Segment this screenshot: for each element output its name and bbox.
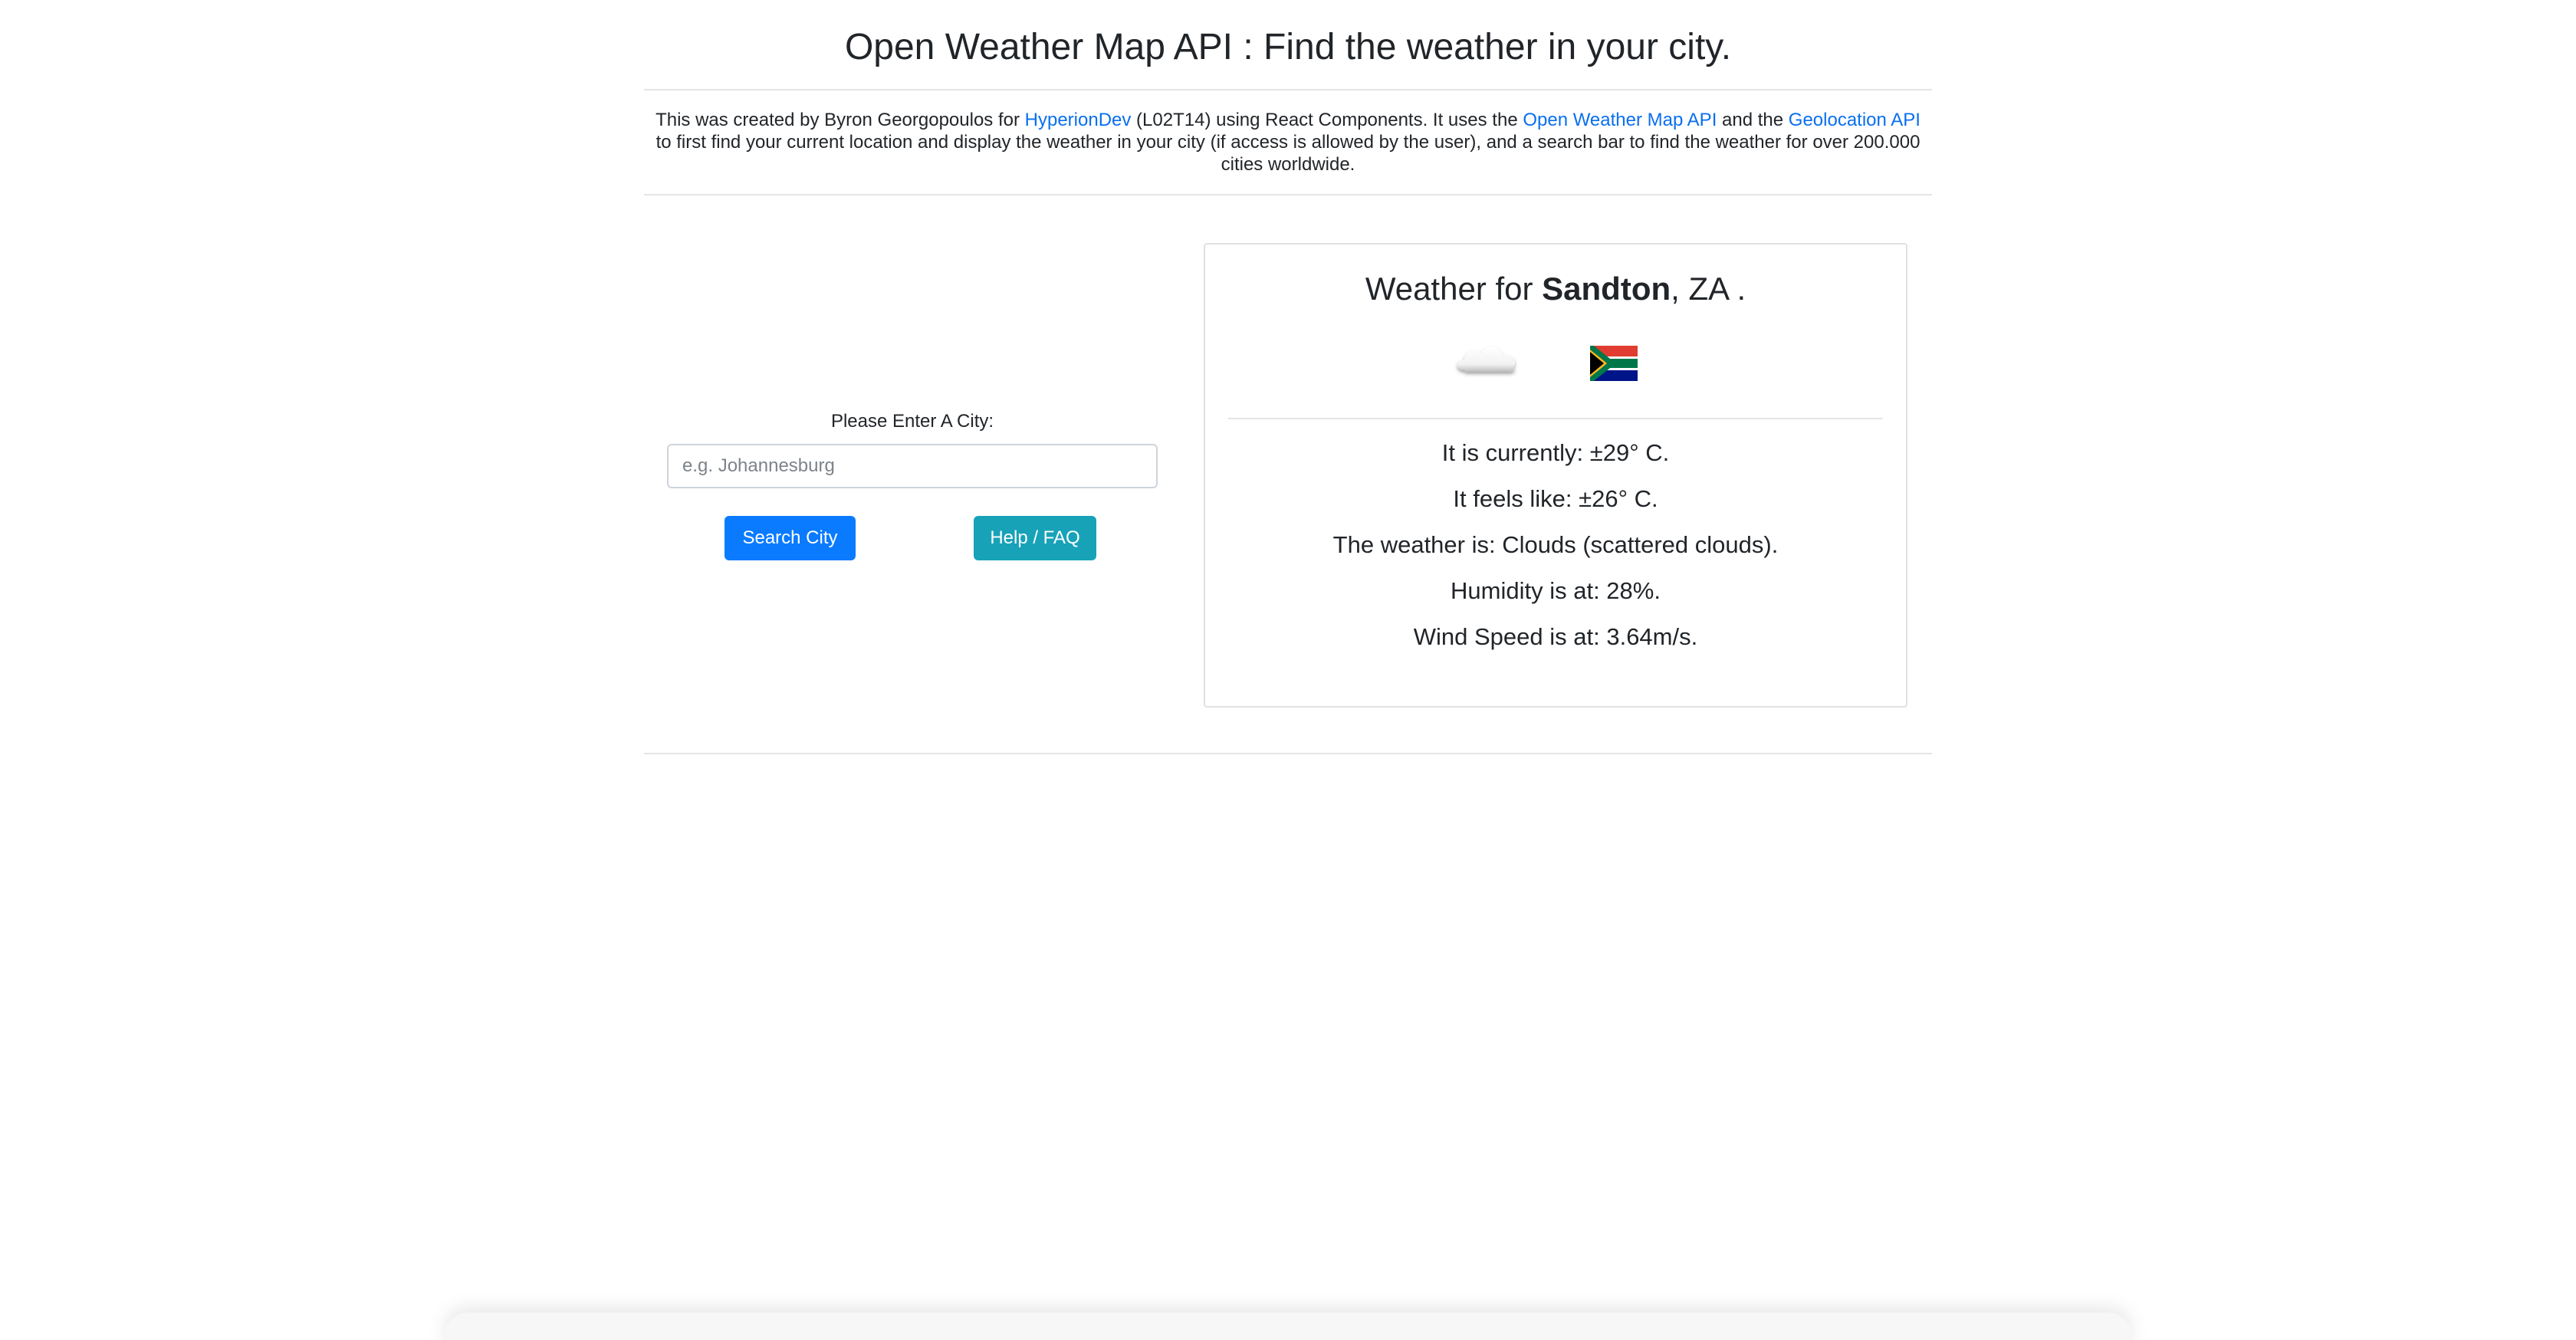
intro-part-1: This was created by Byron Georgopoulos f… — [656, 110, 1025, 130]
search-city-button[interactable]: Search City — [724, 516, 856, 560]
city-search-input[interactable] — [667, 444, 1158, 488]
current-temperature: It is currently: ±29° C. — [1441, 439, 1670, 466]
weather-description: The weather is: Clouds (scattered clouds… — [1332, 531, 1779, 558]
search-panel: Please Enter A City: Search City Help / … — [667, 410, 1158, 562]
page-title: Open Weather Map API : Find the weather … — [844, 27, 1732, 67]
weather-country-code: , ZA . — [1671, 271, 1746, 307]
feels-like-temperature: It feels like: ±26° C. — [1453, 485, 1658, 512]
humidity: Humidity is at: 28%. — [1451, 577, 1661, 604]
south-africa-flag-icon — [1590, 346, 1638, 381]
button-row: Search City Help / FAQ — [667, 516, 1158, 562]
weather-icon-row — [1205, 310, 1906, 418]
intro-text: This was created by Byron Georgopoulos f… — [644, 90, 1932, 194]
wind-speed: Wind Speed is at: 3.64m/s. — [1413, 623, 1698, 650]
intro-part-2: (L02T14) using React Components. It uses… — [1131, 110, 1523, 130]
cloud-icon — [1457, 346, 1516, 372]
weather-stats: It is currently: ±29° C. It feels like: … — [1205, 419, 1906, 660]
window-edge-shadow — [445, 1312, 2131, 1340]
intro-part-4: to first find your current location and … — [656, 132, 1921, 175]
page: Open Weather Map API : Find the weather … — [0, 0, 2576, 1340]
main-row: Please Enter A City: Search City Help / … — [644, 195, 1932, 750]
main-container: Open Weather Map API : Find the weather … — [644, 0, 1932, 754]
help-faq-button[interactable]: Help / FAQ — [974, 516, 1096, 560]
weather-heading-prefix: Weather for — [1365, 271, 1543, 307]
weather-card: Weather for Sandton, ZA . It is currentl… — [1204, 243, 1907, 708]
geolocation-api-link[interactable]: Geolocation API — [1789, 110, 1921, 130]
city-input-label: Please Enter A City: — [830, 411, 994, 432]
intro-part-3: and the — [1717, 110, 1789, 130]
weather-city-name: Sandton — [1542, 271, 1671, 307]
open-weather-map-api-link[interactable]: Open Weather Map API — [1523, 110, 1717, 130]
bottom-divider — [644, 753, 1932, 754]
weather-heading: Weather for Sandton, ZA . — [1205, 245, 1906, 310]
hyperiondev-link[interactable]: HyperionDev — [1025, 110, 1132, 130]
